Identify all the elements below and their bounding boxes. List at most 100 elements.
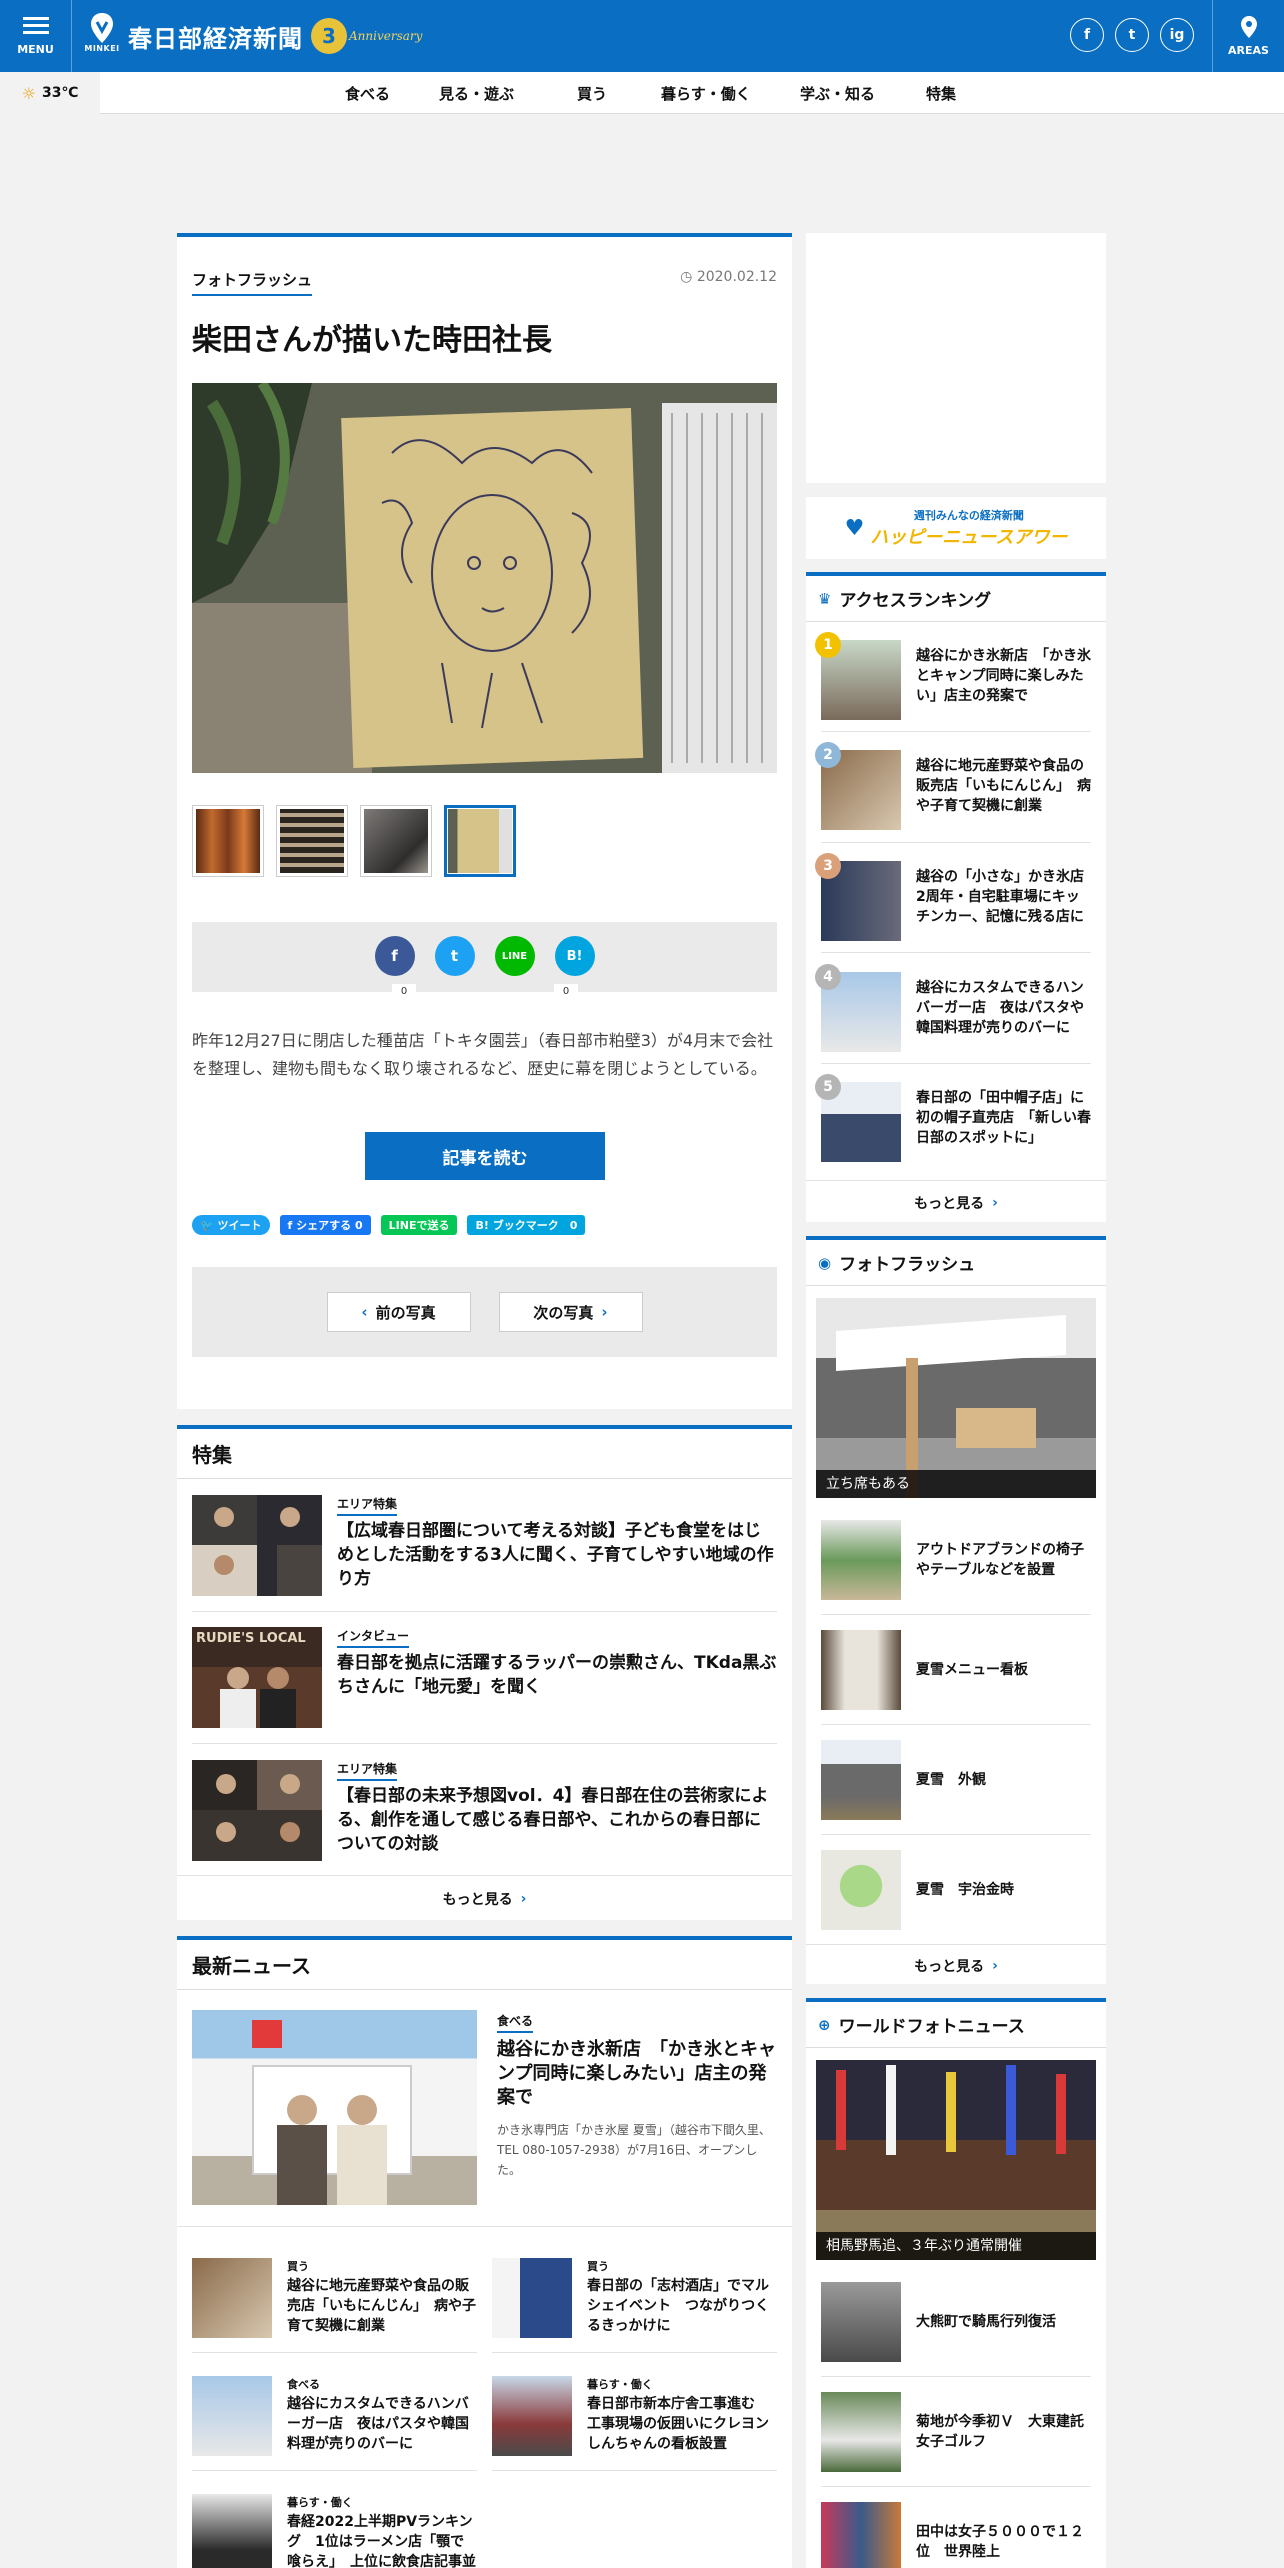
hamburger-icon [22, 16, 49, 35]
divider [192, 1743, 777, 1744]
globe-icon: ⊕ [818, 2015, 831, 2034]
article-summary: 昨年12月27日に閉店した種苗店「トキタ園芸」（春日部市粕壁3）が4月末で会社を… [192, 1031, 774, 1078]
category-nav: ☼ 33℃ 食べる 見る・遊ぶ 買う 暮らす・働く 学ぶ・知る 特集 [0, 72, 1284, 114]
feature-title: 【広域春日部圏について考える対談】子ども食堂をはじめとした活動をする3人に聞く、… [337, 1521, 774, 1589]
photoflash-heading-text: フォトフラッシュ [839, 1255, 976, 1275]
prev-photo-button[interactable]: ‹ 前の写真 [326, 1292, 471, 1332]
latest-item[interactable]: 食べる 越谷にカスタムできるハンバーガー店 夜はパスタや韓国料理が売りのバーに [192, 2376, 477, 2460]
latest-top-title[interactable]: 越谷にかき氷新店 「かき氷とキャンプ同時に楽しみたい」店主の発案で [497, 2038, 777, 2110]
ranking-item[interactable]: 4 越谷にカスタムできるハンバーガー店 夜はパスタや韓国料理が売りのバーに [815, 964, 1091, 1052]
worldphoto-item[interactable]: 大熊町で騎馬行列復活 [821, 2282, 1091, 2362]
latest-item-image [192, 2494, 272, 2568]
feature-tag: エリア特集 [337, 1495, 398, 1516]
nav-item-learn-know[interactable]: 学ぶ・知る [800, 83, 926, 104]
facebook-icon[interactable]: f [1070, 18, 1104, 52]
photoflash-item[interactable]: 夏雪メニュー看板 [821, 1630, 1091, 1710]
photoflash-item[interactable]: 夏雪 外観 [821, 1740, 1091, 1820]
line-send-button[interactable]: LINEで送る [380, 1215, 458, 1235]
latest-top-image[interactable] [192, 2010, 477, 2205]
ranking-item[interactable]: 2 越谷に地元産野菜や食品の販売店「いもにんじん」 病や子育て契機に創業 [815, 742, 1091, 830]
feature-item[interactable]: RUDIE'S LOCAL インタビュー 春日部を拠点に活躍するラッパーの崇勲さ… [192, 1627, 777, 1728]
worldphoto-heading: ⊕ ワールドフォトニュース [806, 2002, 1106, 2048]
latest-item-tag: 買う [587, 2260, 609, 2273]
latest-item[interactable]: 暮らす・働く 春経2022上半期PVランキング 1位はラーメン店「顎で喰らえ」 … [192, 2494, 477, 2568]
line-share-icon[interactable]: LINE [494, 936, 535, 976]
ranking-more-link[interactable]: もっと見る › [806, 1180, 1106, 1226]
worldphoto-main-image[interactable] [816, 2060, 1096, 2260]
prev-photo-label: 前の写真 [375, 1303, 436, 1322]
divider [177, 2226, 792, 2227]
ranking-title: 越谷に地元産野菜や食品の販売店「いもにんじん」 病や子育て契機に創業 [916, 758, 1091, 814]
article-category[interactable]: フォトフラッシュ [192, 269, 313, 296]
happy-news-hour-banner[interactable]: ♥ 週刊みんなの経済新聞 ハッピーニュースアワー [806, 497, 1106, 559]
main-photo [192, 383, 777, 773]
latest-item[interactable]: 買う 越谷に地元産野菜や食品の販売店「いもにんじん」 病や子育て契機に創業 [192, 2258, 477, 2342]
divider [821, 1834, 1091, 1835]
nav-item-eat[interactable]: 食べる [345, 83, 439, 104]
ad-box [806, 233, 1106, 483]
worldphoto-item[interactable]: 田中は女子５０００で１２位 世界陸上 [821, 2502, 1091, 2568]
photoflash-item[interactable]: 夏雪 宇治金時 [821, 1850, 1091, 1930]
more-label: もっと見る [442, 1892, 513, 1908]
instagram-icon[interactable]: ig [1160, 18, 1194, 52]
worldphoto-item-title: 大熊町で騎馬行列復活 [916, 2314, 1056, 2330]
nav-item-live-work[interactable]: 暮らす・働く [661, 83, 800, 104]
latest-item[interactable]: 暮らす・働く 春日部市新本庁舎工事進む 工事現場の仮囲いにクレヨンしんちゃんの看… [492, 2376, 777, 2460]
hatena-share-count: 0 [554, 984, 578, 1000]
facebook-share-button[interactable]: f シェアする 0 [279, 1215, 371, 1235]
latest-item-title: 越谷にカスタムできるハンバーガー店 夜はパスタや韓国料理が売りのバーに [287, 2396, 469, 2452]
share-box: f t LINE B! 0 0 [192, 922, 777, 1000]
rank-badge: 4 [815, 964, 841, 990]
areas-label: AREAS [1228, 43, 1269, 57]
divider [192, 1611, 777, 1612]
nav-item-feature[interactable]: 特集 [926, 83, 956, 104]
hatena-bookmark-button[interactable]: B! ブックマーク 0 [467, 1215, 586, 1235]
thumbnail-2[interactable] [276, 805, 348, 877]
twitter-share-icon[interactable]: t [434, 936, 475, 976]
next-photo-button[interactable]: 次の写真 › [498, 1292, 643, 1332]
tweet-button[interactable]: 🐦 ツイート [192, 1215, 270, 1235]
ranking-item[interactable]: 5 春日部の「田中帽子店」に初の帽子直売店 「新しい春日部のスポットに」 [815, 1074, 1091, 1162]
portrait-drawing-image [192, 383, 777, 773]
twitter-icon[interactable]: t [1115, 18, 1149, 52]
hatena-share-icon[interactable]: B! [554, 936, 595, 976]
feature-section: 特集 エリア特集 【広域春日部圏について考える対談】子ども食堂をはじめとした活動… [177, 1425, 792, 1920]
feature-image [192, 1760, 322, 1861]
read-article-button[interactable]: 記事を読む [365, 1132, 605, 1180]
ranking-title: 越谷にカスタムできるハンバーガー店 夜はパスタや韓国料理が売りのバーに [916, 980, 1084, 1036]
feature-more-link[interactable]: もっと見る › [177, 1876, 792, 1922]
worldphoto-item[interactable]: 菊地が今季初Ｖ 大東建託女子ゴルフ [821, 2392, 1091, 2472]
photoflash-main-image[interactable] [816, 1298, 1096, 1498]
feature-item[interactable]: エリア特集 【広域春日部圏について考える対談】子ども食堂をはじめとした活動をする… [192, 1495, 777, 1596]
menu-button[interactable]: MENU [0, 0, 72, 72]
ranking-item[interactable]: 3 越谷の「小さな」かき氷店 2周年・自宅駐車場にキッチンカー、記憶に残る店に [815, 853, 1091, 941]
divider [192, 2470, 477, 2471]
facebook-share-icon[interactable]: f [374, 936, 415, 976]
worldphoto-item-image [821, 2282, 901, 2362]
tweet-label: ツイート [217, 1219, 262, 1232]
photoflash-item-title: 夏雪 宇治金時 [916, 1882, 1014, 1898]
thumbnail-4-active[interactable] [444, 805, 516, 877]
nav-item-see-play[interactable]: 見る・遊ぶ [439, 83, 577, 104]
feature-item[interactable]: エリア特集 【春日部の未来予想図vol．4】春日部在住の芸術家による、創作を通し… [192, 1760, 777, 1861]
nav-item-buy[interactable]: 買う [577, 83, 661, 104]
divider [821, 1724, 1091, 1725]
article-meta: フォトフラッシュ ◷ 2020.02.12 [192, 269, 777, 296]
photoflash-item-title: 夏雪 外観 [916, 1772, 986, 1788]
photoflash-more-link[interactable]: もっと見る › [806, 1944, 1106, 1988]
chevron-right-icon: › [520, 1891, 527, 1907]
latest-item[interactable]: 買う 春日部の「志村酒店」でマルシェイベント つながりつくるきっかけに [492, 2258, 777, 2342]
areas-button[interactable]: AREAS [1212, 0, 1284, 72]
ranking-item[interactable]: 1 越谷にかき氷新店 「かき氷とキャンプ同時に楽しみたい」店主の発案で [815, 632, 1091, 720]
photoflash-item[interactable]: アウトドアブランドの椅子やテーブルなどを設置 [821, 1520, 1091, 1600]
site-logo[interactable]: MINKEI 春日部経済新聞 3 Anniversary [84, 12, 422, 60]
latest-top-tag: 食べる [497, 2012, 534, 2033]
thumbnail-1[interactable] [192, 805, 264, 877]
chevron-right-icon: › [992, 1958, 998, 1974]
thumbnail-3[interactable] [360, 805, 432, 877]
facebook-share-label: シェアする 0 [296, 1219, 363, 1232]
feature-title: 【春日部の未来予想図vol．4】春日部在住の芸術家による、創作を通して感じる春日… [337, 1786, 769, 1854]
social-links: f t ig [1070, 18, 1194, 52]
latest-item-image [192, 2376, 272, 2456]
ranking-title: 春日部の「田中帽子店」に初の帽子直売店 「新しい春日部のスポットに」 [916, 1090, 1091, 1146]
